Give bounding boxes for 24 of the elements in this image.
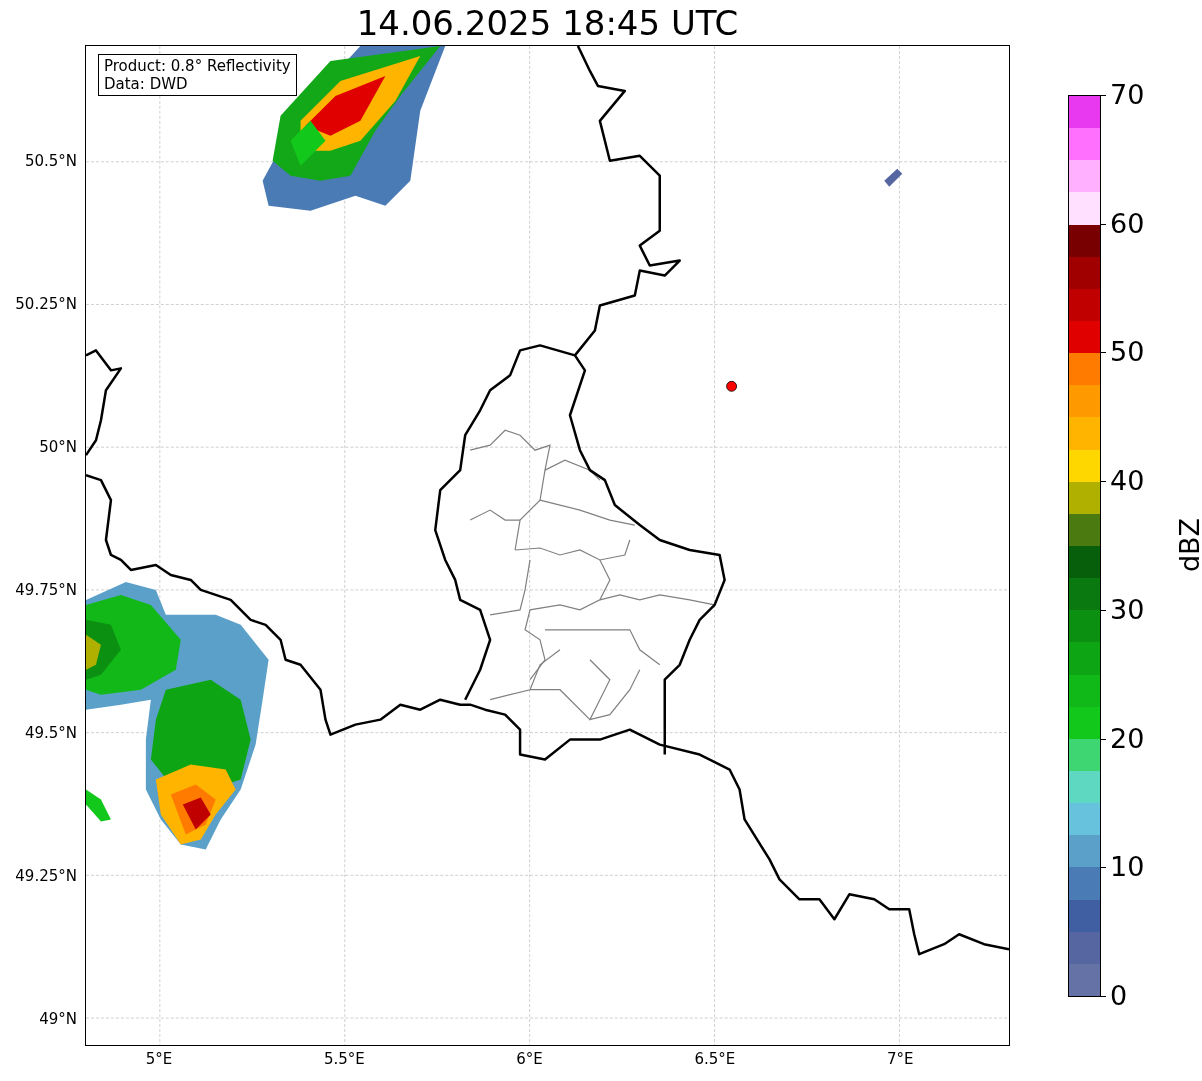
latitude-label: 49°N xyxy=(39,1010,77,1028)
colorbar-tick-label: 20 xyxy=(1110,723,1145,754)
annotation-text: Product: 0.8° Reflectivity xyxy=(104,57,291,75)
longitude-label: 5°E xyxy=(145,1050,173,1068)
latitude-label: 49.5°N xyxy=(24,724,77,742)
longitude-label: 5.5°E xyxy=(323,1050,365,1068)
longitude-label: 6.5°E xyxy=(694,1050,736,1068)
longitude-label: 6°E xyxy=(516,1050,543,1068)
latitude-label: 50.25°N xyxy=(15,295,77,313)
latitude-label: 50.5°N xyxy=(24,152,77,170)
chart-title: 14.06.2025 18:45 UTC xyxy=(356,2,739,43)
latitude-label: 49.75°N xyxy=(15,581,77,599)
latitude-label: 49.25°N xyxy=(15,867,77,885)
colorbar-tick-label: 40 xyxy=(1110,466,1145,497)
colorbar-tick-label: 50 xyxy=(1110,337,1145,368)
colorbar-tick-label: 60 xyxy=(1110,208,1145,239)
colorbar-tick-label: 70 xyxy=(1110,80,1145,110)
colorbar-tick-label: 10 xyxy=(1110,852,1145,883)
colorbar-label: dBZ xyxy=(1175,517,1202,573)
annotation-text: Data: DWD xyxy=(104,75,189,93)
longitude-label: 7°E xyxy=(886,1050,914,1068)
colorbar-tick-label: 30 xyxy=(1110,594,1145,625)
colorbar-tick-label: 0 xyxy=(1110,981,1128,1011)
latitude-label: 50°N xyxy=(39,438,77,456)
